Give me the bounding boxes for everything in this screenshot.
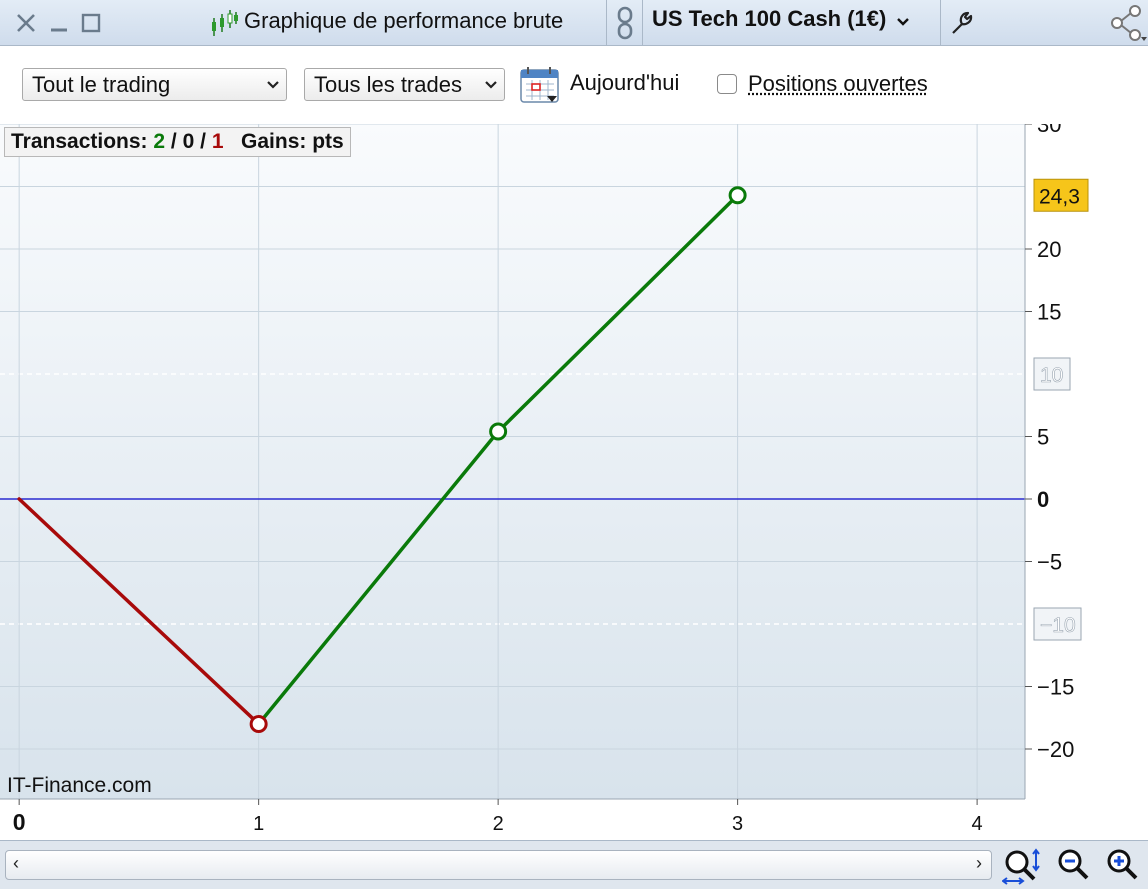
- instrument-selector[interactable]: US Tech 100 Cash (1€): [652, 6, 910, 33]
- zoom-out-icon[interactable]: [1056, 847, 1092, 883]
- stats-panel: Transactions: 2 / 0 / 1 Gains: pts: [4, 127, 351, 157]
- wrench-icon[interactable]: [946, 0, 978, 45]
- zoom-in-icon[interactable]: [1105, 847, 1141, 883]
- plot-background: [0, 124, 1025, 799]
- x-tick-label: 1: [253, 813, 264, 835]
- calendar-icon[interactable]: [520, 66, 560, 104]
- open-positions-checkbox[interactable]: [717, 74, 737, 94]
- y-tick-label: 5: [1037, 425, 1049, 450]
- performance-chart[interactable]: Transactions: 2 / 0 / 1 Gains: pts 30 20 1…: [0, 112, 1148, 840]
- level-badge-label: 10: [1040, 364, 1063, 387]
- minimize-icon[interactable]: [46, 0, 72, 45]
- share-icon[interactable]: [1106, 0, 1148, 45]
- candlestick-icon: [208, 0, 240, 45]
- y-tick-label: 20: [1037, 237, 1061, 262]
- watermark: IT-Finance.com: [7, 774, 152, 797]
- y-tick-label: 15: [1037, 300, 1061, 325]
- instrument-label: US Tech 100 Cash (1€): [652, 6, 887, 31]
- close-icon[interactable]: [12, 0, 40, 45]
- window-title: Graphique de performance brute: [244, 8, 564, 33]
- data-point[interactable]: [249, 715, 268, 733]
- last-value-label: 24,3: [1039, 185, 1080, 208]
- level-badge-label: −10: [1040, 614, 1076, 637]
- footer-bar: ‹ ›: [0, 840, 1148, 889]
- horizontal-scrollbar[interactable]: ‹ ›: [5, 850, 992, 880]
- maximize-icon[interactable]: [78, 0, 104, 45]
- period-select-value: Tout le trading: [32, 72, 171, 97]
- chevron-down-icon: [484, 69, 498, 111]
- chevron-down-icon: [896, 7, 910, 33]
- link-icon[interactable]: [612, 0, 638, 45]
- open-positions-label[interactable]: Positions ouvertes: [748, 71, 928, 97]
- stats-separator: /: [200, 130, 206, 153]
- x-tick-label: 0: [13, 809, 26, 835]
- scroll-left-arrow[interactable]: ‹: [13, 853, 19, 874]
- y-tick-label: −5: [1037, 550, 1062, 575]
- period-select[interactable]: Tout le trading: [22, 68, 287, 101]
- wins-count: 2: [153, 130, 166, 153]
- data-point[interactable]: [489, 422, 508, 441]
- x-tick-label: 2: [493, 813, 504, 835]
- data-point[interactable]: [728, 186, 747, 205]
- title-bar: Graphique de performance brute US Tech 1…: [0, 0, 1148, 46]
- trades-select[interactable]: Tous les trades: [304, 68, 505, 101]
- x-tick-label: 4: [972, 813, 983, 835]
- y-tick-label: 30: [1037, 124, 1061, 137]
- scroll-right-arrow[interactable]: ›: [976, 853, 982, 874]
- y-tick-label: 0: [1037, 487, 1049, 512]
- x-tick-label: 3: [732, 813, 743, 835]
- chevron-down-icon: [266, 69, 280, 111]
- trades-select-value: Tous les trades: [314, 72, 462, 97]
- today-label[interactable]: Aujourd'hui: [570, 70, 679, 96]
- stats-separator: /: [170, 130, 177, 153]
- chart-canvas: 30201550−5−15−2010−1024,3 01234: [0, 112, 1089, 835]
- y-tick-label: −20: [1037, 737, 1074, 762]
- zoom-fit-icon[interactable]: [1001, 847, 1040, 885]
- losses-count: 1: [211, 130, 224, 153]
- neutral-count: 0: [182, 130, 195, 153]
- gains-label: Gains: pts: [241, 130, 344, 153]
- transactions-label: Transactions:: [11, 130, 148, 153]
- toolbar: Tout le trading Tous les trades Aujourd'…: [0, 46, 1148, 124]
- y-tick-label: −15: [1037, 675, 1074, 700]
